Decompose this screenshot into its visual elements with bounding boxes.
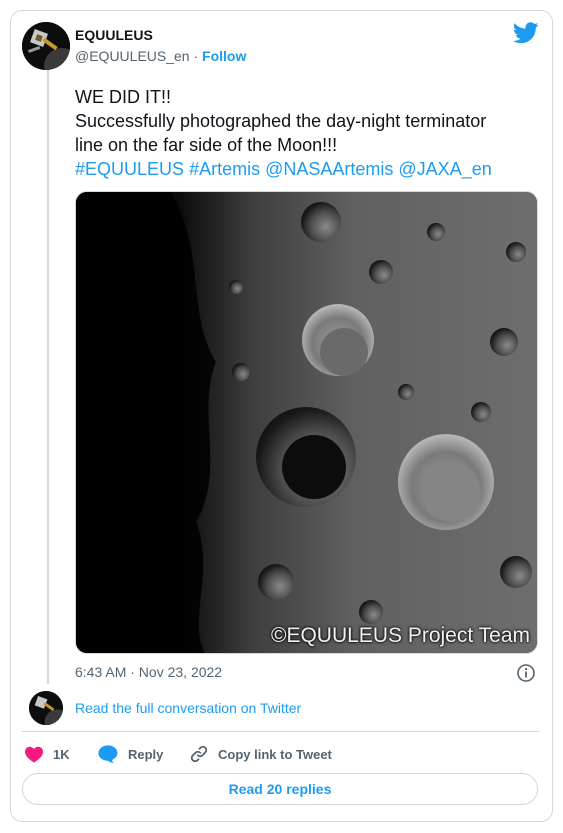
reply-bubble-icon bbox=[98, 745, 118, 763]
actions-divider bbox=[22, 731, 540, 732]
tweet-timestamp[interactable]: 6:43 AM · Nov 23, 2022 bbox=[75, 664, 222, 680]
hashtag-equuleus[interactable]: #EQUULEUS bbox=[75, 159, 184, 179]
link-icon bbox=[190, 745, 208, 763]
author-handle-row: @EQUULEUS_en · Follow bbox=[75, 48, 246, 64]
like-count: 1K bbox=[53, 746, 70, 762]
author-display-name[interactable]: EQUULEUS bbox=[75, 27, 153, 43]
tweet-media-image[interactable]: ©EQUULEUS Project Team bbox=[75, 191, 538, 654]
follow-button[interactable]: Follow bbox=[202, 48, 246, 64]
twitter-bird-icon[interactable] bbox=[512, 22, 539, 44]
tweet-text: WE DID IT!! Successfully photographed th… bbox=[75, 85, 545, 181]
reply-button[interactable]: Reply bbox=[97, 743, 163, 765]
hashtag-artemis[interactable]: #Artemis bbox=[189, 159, 260, 179]
tweet-tags-line: #EQUULEUS #Artemis @NASAArtemis @JAXA_en bbox=[75, 157, 545, 181]
reply-label: Reply bbox=[128, 746, 164, 762]
handle-separator: · bbox=[189, 48, 203, 64]
copy-link-button[interactable]: Copy link to Tweet bbox=[189, 743, 332, 765]
heart-icon bbox=[25, 746, 43, 763]
author-handle[interactable]: @EQUULEUS_en bbox=[75, 48, 190, 64]
mention-nasaartemis[interactable]: @NASAArtemis bbox=[265, 159, 393, 179]
read-full-conversation-link[interactable]: Read the full conversation on Twitter bbox=[75, 700, 301, 716]
thread-line bbox=[47, 70, 49, 684]
tweet-line-3: line on the far side of the Moon!!! bbox=[75, 135, 338, 155]
like-button[interactable]: 1K bbox=[24, 743, 70, 765]
conversation-avatar[interactable] bbox=[29, 691, 63, 725]
tweet-line-1: WE DID IT!! bbox=[75, 87, 171, 107]
read-replies-button[interactable]: Read 20 replies bbox=[22, 773, 538, 805]
copy-link-label: Copy link to Tweet bbox=[218, 746, 332, 762]
info-icon[interactable] bbox=[516, 663, 536, 683]
moon-terminator-photo bbox=[76, 192, 537, 653]
tweet-line-2: Successfully photographed the day-night … bbox=[75, 111, 487, 131]
mention-jaxa[interactable]: @JAXA_en bbox=[398, 159, 491, 179]
photo-watermark: ©EQUULEUS Project Team bbox=[270, 624, 530, 647]
author-avatar[interactable] bbox=[22, 22, 70, 70]
